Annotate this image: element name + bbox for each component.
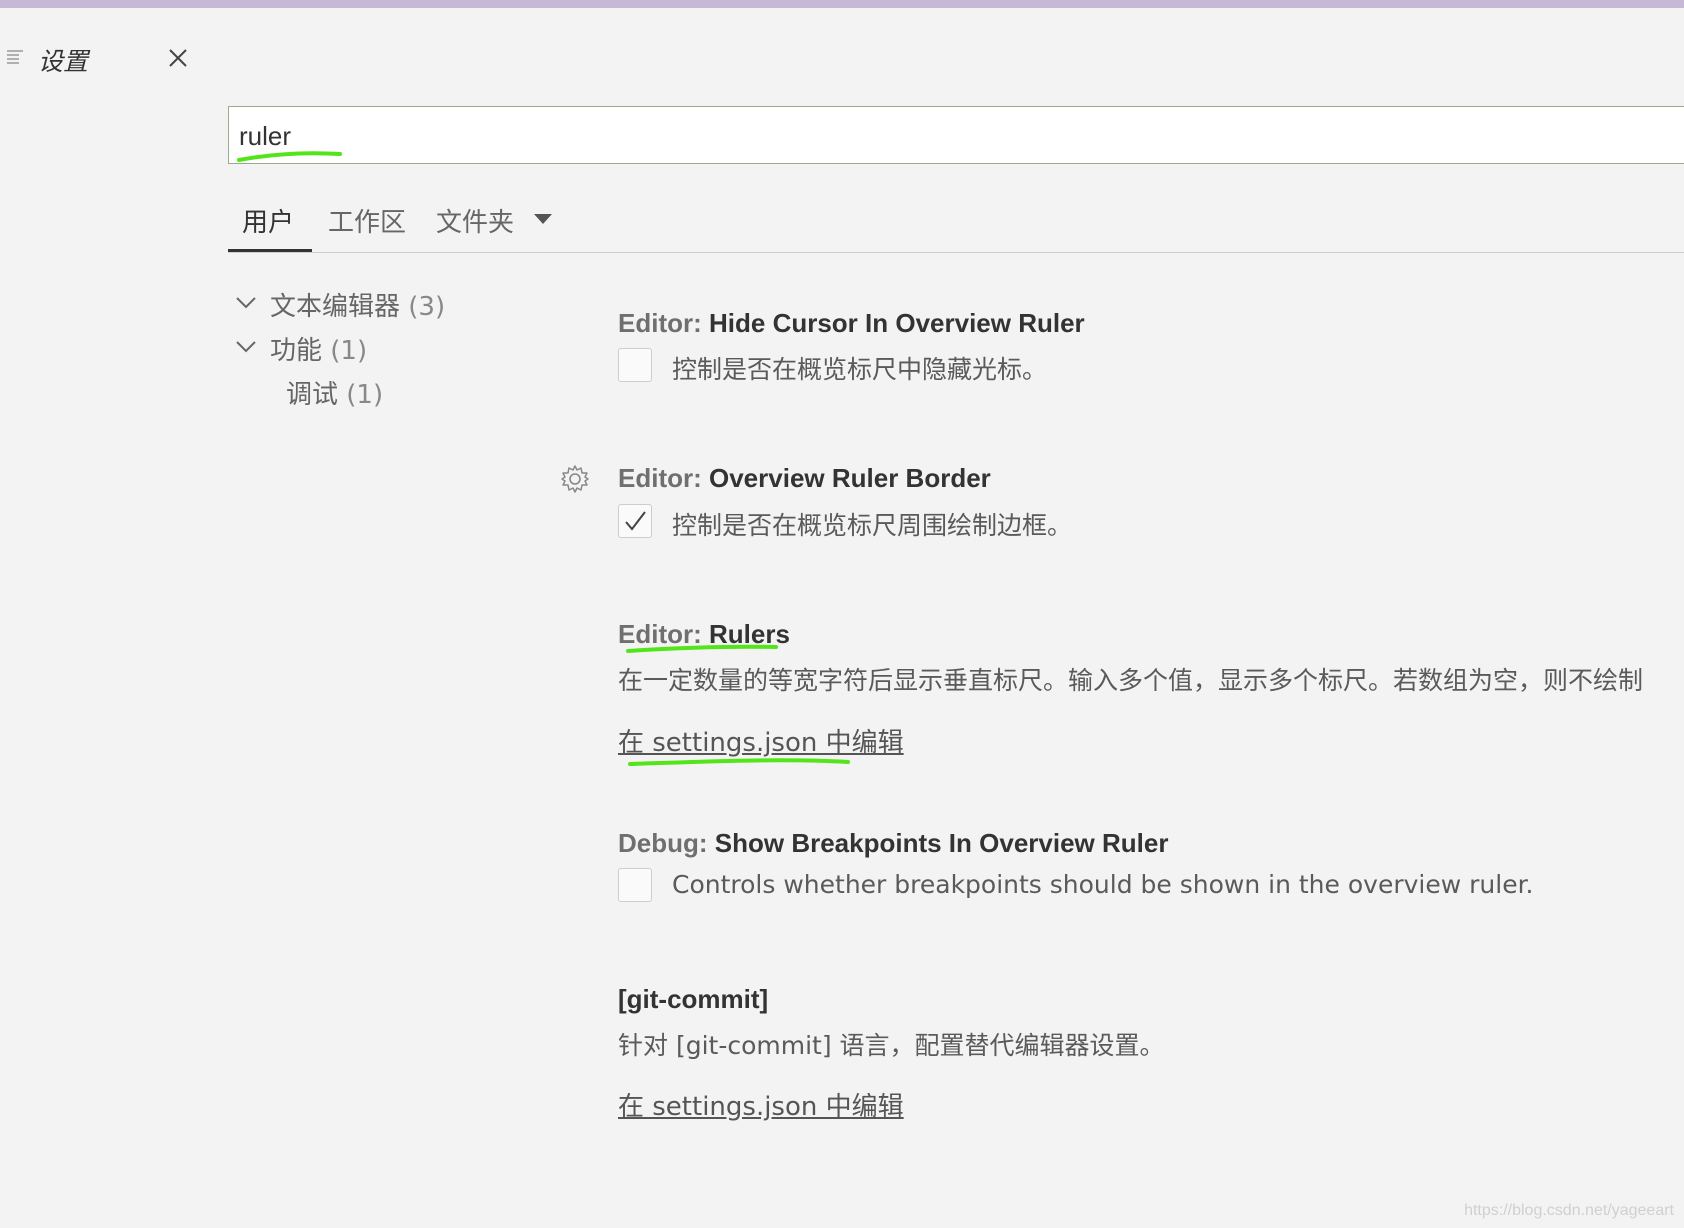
chevron-down-icon bbox=[236, 297, 256, 309]
window-accent-bar bbox=[0, 0, 1684, 8]
checkmark-icon bbox=[625, 511, 646, 531]
setting-name: [git-commit] bbox=[618, 984, 769, 1014]
tab-title: 设置 bbox=[38, 47, 89, 76]
setting-category: Editor: bbox=[618, 308, 709, 338]
setting-title: [git-commit] bbox=[618, 984, 768, 1015]
highlight-underline-search bbox=[237, 151, 342, 162]
tab-workspace[interactable]: 工作区 bbox=[328, 202, 406, 239]
setting-description: 针对 [git-commit] 语言，配置替代编辑器设置。 bbox=[618, 1031, 1165, 1060]
setting-checkbox[interactable] bbox=[618, 348, 652, 382]
setting-name: Show Breakpoints In Overview Ruler bbox=[714, 828, 1169, 858]
folder-dropdown-icon[interactable] bbox=[534, 214, 552, 224]
toc-item-features[interactable]: 功能 (1) bbox=[236, 330, 367, 367]
toc-count: (3) bbox=[408, 292, 446, 322]
active-tab-indicator bbox=[228, 249, 312, 252]
scope-tabs: 用户 工作区 文件夹 bbox=[228, 190, 1684, 253]
setting-category: Editor: bbox=[618, 463, 709, 493]
highlight-underline-rulers bbox=[626, 644, 778, 653]
settings-list-icon bbox=[7, 50, 23, 64]
setting-checkbox[interactable] bbox=[618, 868, 652, 902]
tab-folder[interactable]: 文件夹 bbox=[436, 202, 514, 239]
edit-in-settings-json-link[interactable]: 在 settings.json 中编辑 bbox=[618, 1086, 904, 1123]
toc-item-text-editor[interactable]: 文本编辑器 (3) bbox=[236, 286, 445, 323]
close-icon[interactable] bbox=[166, 46, 190, 70]
setting-description: 控制是否在概览标尺中隐藏光标。 bbox=[672, 355, 1048, 384]
toc-item-debug[interactable]: 调试 (1) bbox=[286, 374, 383, 411]
setting-category: Debug: bbox=[618, 828, 715, 858]
chevron-down-icon bbox=[236, 341, 256, 353]
toc-count: (1) bbox=[346, 380, 384, 410]
setting-name: Hide Cursor In Overview Ruler bbox=[709, 308, 1085, 338]
toc-count: (1) bbox=[330, 336, 368, 366]
toc-label: 功能 bbox=[270, 336, 323, 366]
setting-description: 在一定数量的等宽字符后显示垂直标尺。输入多个值，显示多个标尺。若数组为空，则不绘… bbox=[618, 666, 1644, 695]
setting-checkbox-checked[interactable] bbox=[618, 504, 652, 538]
tab-strip: 设置 bbox=[0, 8, 1684, 86]
tab-strip-empty bbox=[210, 8, 1684, 78]
setting-title: Editor: Overview Ruler Border bbox=[618, 463, 991, 494]
toc-label: 文本编辑器 bbox=[270, 292, 401, 322]
search-input[interactable] bbox=[237, 117, 1641, 155]
gear-icon[interactable] bbox=[560, 464, 590, 494]
watermark: https://blog.csdn.net/yageeart bbox=[1464, 1202, 1674, 1219]
toc-label: 调试 bbox=[286, 380, 339, 410]
highlight-underline-link bbox=[628, 758, 850, 766]
tab-user[interactable]: 用户 bbox=[242, 202, 294, 239]
setting-description: 控制是否在概览标尺周围绘制边框。 bbox=[672, 511, 1073, 540]
setting-name: Overview Ruler Border bbox=[709, 463, 991, 493]
setting-title: Editor: Hide Cursor In Overview Ruler bbox=[618, 308, 1085, 339]
settings-tab[interactable]: 设置 bbox=[0, 16, 210, 86]
settings-search-box[interactable] bbox=[228, 106, 1684, 164]
setting-title: Debug: Show Breakpoints In Overview Rule… bbox=[618, 828, 1168, 859]
setting-description: Controls whether breakpoints should be s… bbox=[672, 870, 1534, 899]
